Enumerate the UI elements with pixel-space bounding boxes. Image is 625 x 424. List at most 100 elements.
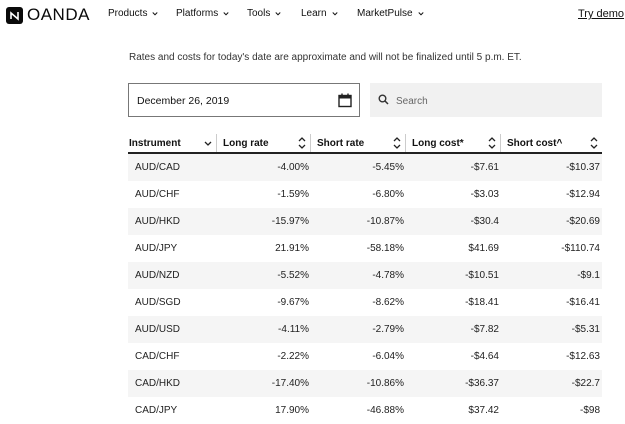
chevron-down-icon <box>223 11 229 15</box>
nav-label: Tools <box>247 8 271 19</box>
instrument-cell: CAD/HKD <box>135 378 181 389</box>
short-cost-cell: -$110.74 <box>561 243 600 254</box>
short-rate-cell: -6.80% <box>372 189 404 200</box>
sort-icon <box>393 137 401 149</box>
chevron-down-icon <box>204 141 212 146</box>
nav-label: Platforms <box>176 8 219 19</box>
column-header-long-rate[interactable]: Long rate <box>217 134 311 152</box>
column-label: Instrument <box>129 138 181 149</box>
table-row: AUD/SGD -9.67% -8.62% -$18.41 -$16.41 <box>128 289 602 316</box>
long-cost-cell: -$18.41 <box>465 297 499 308</box>
chevron-down-icon <box>331 11 338 15</box>
long-rate-cell: 17.90% <box>275 405 309 416</box>
instrument-cell: AUD/CHF <box>135 189 180 200</box>
table-row: AUD/NZD -5.52% -4.78% -$10.51 -$9.1 <box>128 262 602 289</box>
long-rate-cell: -15.97% <box>271 216 309 227</box>
short-rate-cell: -10.87% <box>366 216 404 227</box>
column-header-short-rate[interactable]: Short rate <box>311 134 406 152</box>
date-value: December 26, 2019 <box>137 95 230 107</box>
instrument-cell: CAD/CHF <box>135 351 180 362</box>
short-cost-cell: -$10.37 <box>566 162 600 173</box>
logo-text: OANDA <box>27 5 90 24</box>
long-cost-cell: -$7.61 <box>470 162 499 173</box>
sort-icon <box>488 137 496 149</box>
nav-tools[interactable]: Tools <box>247 8 281 19</box>
instrument-cell: AUD/JPY <box>135 243 178 254</box>
table-row: AUD/HKD -15.97% -10.87% -$30.4 -$20.69 <box>128 208 602 235</box>
long-cost-cell: $37.42 <box>468 405 499 416</box>
oanda-logo[interactable]: OANDA <box>6 5 90 24</box>
chevron-down-icon <box>417 11 424 15</box>
short-cost-cell: -$12.94 <box>566 189 600 200</box>
long-rate-cell: -4.11% <box>278 324 309 335</box>
long-cost-cell: -$3.03 <box>470 189 499 200</box>
long-cost-cell: -$4.64 <box>470 351 499 362</box>
table-row: CAD/CHF -2.22% -6.04% -$4.64 -$12.63 <box>128 343 602 370</box>
rates-table: Instrument Long rate Short rate Long cos… <box>128 134 602 424</box>
long-cost-cell: -$30.4 <box>470 216 499 227</box>
short-cost-cell: -$20.69 <box>566 216 600 227</box>
table-row: AUD/USD -4.11% -2.79% -$7.82 -$5.31 <box>128 316 602 343</box>
sort-icon <box>298 137 306 149</box>
short-rate-cell: -8.62% <box>372 297 404 308</box>
table-header: Instrument Long rate Short rate Long cos… <box>128 134 602 154</box>
short-rate-cell: -2.79% <box>372 324 404 335</box>
column-label: Long cost* <box>412 138 464 149</box>
column-header-long-cost[interactable]: Long cost* <box>406 134 501 152</box>
nav-products[interactable]: Products <box>108 8 159 19</box>
instrument-cell: AUD/SGD <box>135 297 181 308</box>
chevron-down-icon <box>152 11 159 15</box>
long-cost-cell: -$36.37 <box>465 378 499 389</box>
column-label: Short cost^ <box>507 138 563 149</box>
nav-marketpulse[interactable]: MarketPulse <box>357 8 424 19</box>
short-rate-cell: -46.88% <box>366 405 404 416</box>
short-cost-cell: -$12.63 <box>566 351 600 362</box>
nav-label: Learn <box>301 8 327 19</box>
short-rate-cell: -4.78% <box>372 270 404 281</box>
short-cost-cell: -$22.7 <box>571 378 600 389</box>
top-navigation: OANDA Products Platforms Tools Learn Mar… <box>0 0 625 30</box>
nav-label: MarketPulse <box>357 8 413 19</box>
long-rate-cell: -9.67% <box>277 297 309 308</box>
short-cost-cell: -$16.41 <box>566 297 600 308</box>
table-row: CAD/HKD -17.40% -10.86% -$36.37 -$22.7 <box>128 370 602 397</box>
long-rate-cell: -17.40% <box>271 378 309 389</box>
table-row: AUD/JPY 21.91% -58.18% $41.69 -$110.74 <box>128 235 602 262</box>
short-cost-cell: -$5.31 <box>571 324 600 335</box>
long-cost-cell: $41.69 <box>468 243 499 254</box>
long-rate-cell: 21.91% <box>275 243 309 254</box>
date-picker[interactable]: December 26, 2019 <box>128 83 360 117</box>
nav-learn[interactable]: Learn <box>301 8 338 19</box>
short-rate-cell: -6.04% <box>372 351 404 362</box>
short-cost-cell: -$9.1 <box>577 270 600 281</box>
nav-platforms[interactable]: Platforms <box>176 8 229 19</box>
oanda-logo-icon <box>6 6 23 24</box>
short-rate-cell: -58.18% <box>366 243 404 254</box>
column-header-short-cost[interactable]: Short cost^ <box>501 134 602 152</box>
long-rate-cell: -4.00% <box>277 162 309 173</box>
instrument-cell: AUD/USD <box>135 324 181 335</box>
nav-label: Products <box>108 8 148 19</box>
long-cost-cell: -$7.82 <box>470 324 499 335</box>
column-label: Long rate <box>223 138 269 149</box>
column-header-instrument[interactable]: Instrument <box>128 134 217 152</box>
short-cost-cell: -$98 <box>579 405 600 416</box>
long-rate-cell: -2.22% <box>277 351 309 362</box>
table-row: CAD/JPY 17.90% -46.88% $37.42 -$98 <box>128 397 602 424</box>
long-rate-cell: -5.52% <box>277 270 309 281</box>
calendar-icon[interactable] <box>338 93 352 108</box>
instrument-cell: CAD/JPY <box>135 405 178 416</box>
sort-icon <box>590 137 598 149</box>
try-demo-link[interactable]: Try demo <box>578 8 624 20</box>
table-row: AUD/CAD -4.00% -5.45% -$7.61 -$10.37 <box>128 154 602 181</box>
short-rate-cell: -10.86% <box>366 378 404 389</box>
column-label: Short rate <box>317 138 365 149</box>
search-box <box>370 83 602 117</box>
table-body: AUD/CAD -4.00% -5.45% -$7.61 -$10.37 AUD… <box>128 154 602 424</box>
instrument-cell: AUD/HKD <box>135 216 181 227</box>
search-input[interactable] <box>394 91 598 111</box>
chevron-down-icon <box>275 11 281 15</box>
rates-notice: Rates and costs for today's date are app… <box>129 52 522 63</box>
search-icon <box>378 94 389 105</box>
long-cost-cell: -$10.51 <box>465 270 499 281</box>
